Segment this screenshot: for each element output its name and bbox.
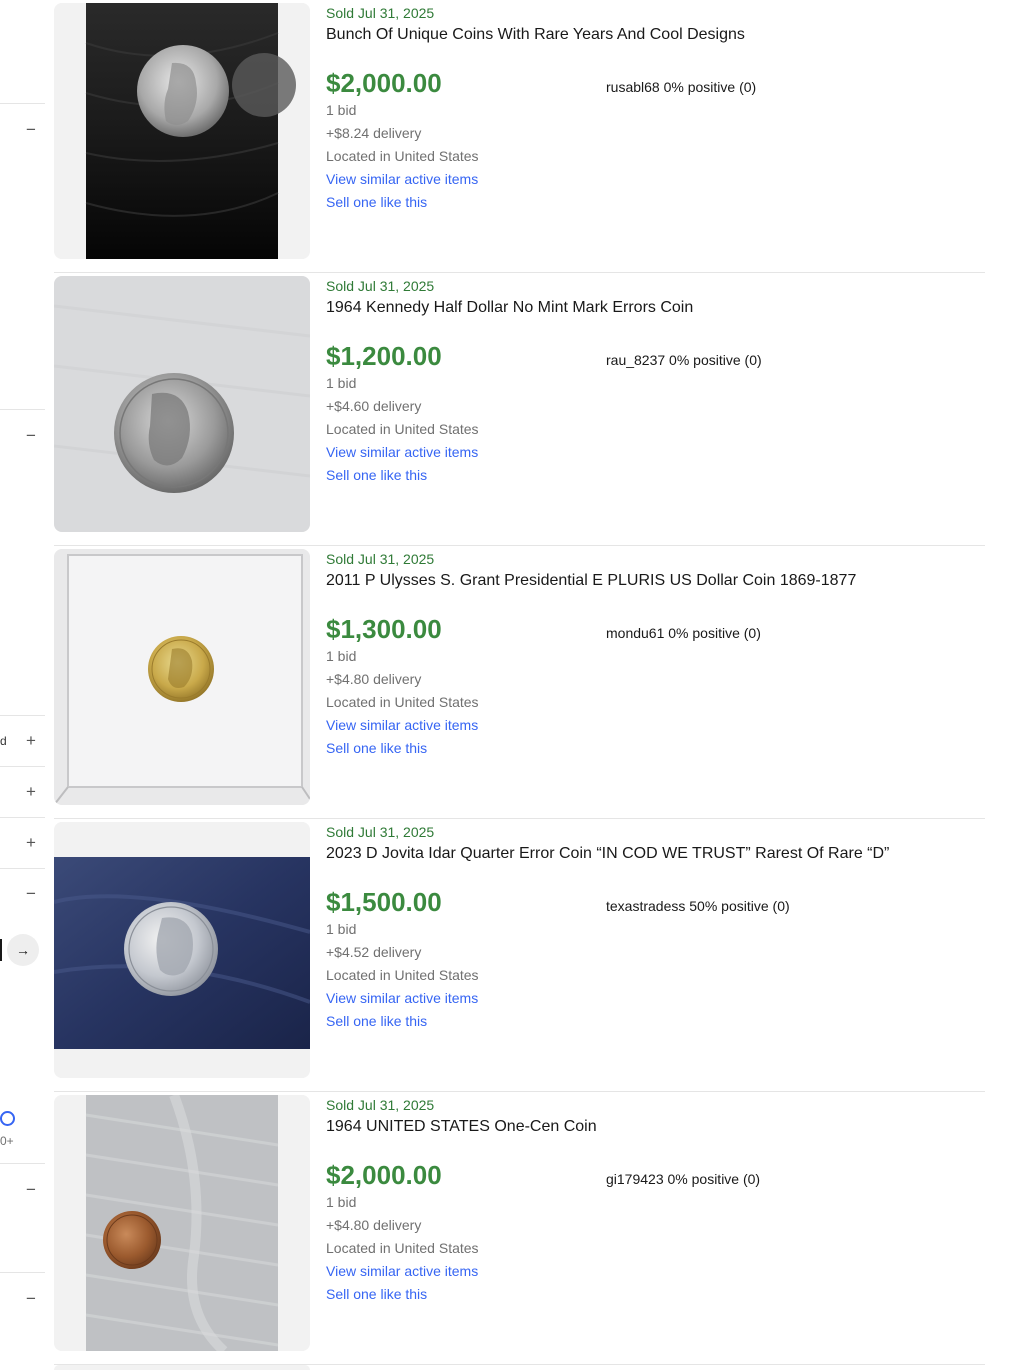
- sidebar-divider: [0, 817, 45, 818]
- coin-photo-quarter: [54, 3, 310, 259]
- listing-item: Sold Jul 31, 2025 1964 Kennedy Half Doll…: [54, 273, 985, 546]
- delivery-cost: +$8.24 delivery: [326, 125, 422, 141]
- listing-image[interactable]: [54, 822, 310, 1078]
- view-similar-link[interactable]: View similar active items: [326, 1263, 478, 1279]
- filter-sidebar: − − d + + + − → 0+ − −: [0, 0, 46, 1370]
- listing-image[interactable]: [54, 549, 310, 805]
- sold-date: Sold Jul 31, 2025: [326, 5, 435, 21]
- collapse-icon[interactable]: −: [22, 121, 40, 139]
- delivery-cost: +$4.60 delivery: [326, 398, 422, 414]
- sidebar-divider: [0, 715, 45, 716]
- radio-button[interactable]: [0, 1111, 15, 1126]
- delivery-cost: +$4.80 delivery: [326, 671, 422, 687]
- item-location: Located in United States: [326, 694, 479, 710]
- item-location: Located in United States: [326, 1240, 479, 1256]
- listing-title[interactable]: 2011 P Ulysses S. Grant Presidential E P…: [326, 572, 856, 590]
- sold-price: $2,000.00: [326, 1160, 442, 1190]
- listing-item: Sold Jul 31, 2025 Bunch Of Unique Coins …: [54, 0, 985, 273]
- listing-image[interactable]: [54, 276, 310, 532]
- collapse-icon[interactable]: −: [22, 1181, 40, 1199]
- sidebar-divider: [0, 1272, 45, 1273]
- listing-item: Sold Jul 31, 2025 1964 UNITED STATES One…: [54, 1092, 985, 1365]
- listing-image[interactable]: [54, 3, 310, 259]
- bid-count: 1 bid: [326, 1194, 357, 1210]
- seller-info: texastradess 50% positive (0): [606, 898, 790, 914]
- radio-caption: 0+: [0, 1134, 14, 1148]
- listing-image[interactable]: [54, 1365, 310, 1370]
- coin-photo-penny: [54, 1095, 310, 1351]
- sidebar-divider: [0, 766, 45, 767]
- sidebar-divider: [0, 1163, 45, 1164]
- bid-count: 1 bid: [326, 102, 357, 118]
- listing-item: Sold Jul 31, 2025 2011 P Ulysses S. Gran…: [54, 546, 985, 819]
- sell-one-like-this-link[interactable]: Sell one like this: [326, 1013, 427, 1029]
- listing-title[interactable]: 1964 Kennedy Half Dollar No Mint Mark Er…: [326, 299, 693, 317]
- view-similar-link[interactable]: View similar active items: [326, 717, 478, 733]
- listing-item: Sold Jul 31, 2025 2023 D Jovita Idar Qua…: [54, 819, 985, 1092]
- sold-date: Sold Jul 31, 2025: [326, 278, 435, 294]
- bid-count: 1 bid: [326, 375, 357, 391]
- sold-date: Sold Jul 31, 2025: [326, 824, 435, 840]
- listing-title[interactable]: 2023 D Jovita Idar Quarter Error Coin “I…: [326, 845, 889, 863]
- collapse-icon[interactable]: −: [22, 885, 40, 903]
- bid-count: 1 bid: [326, 921, 357, 937]
- seller-info: gi179423 0% positive (0): [606, 1171, 761, 1187]
- expand-icon[interactable]: +: [22, 834, 40, 852]
- coin-photo-dollar: [54, 549, 310, 805]
- sell-one-like-this-link[interactable]: Sell one like this: [326, 467, 427, 483]
- sold-price: $1,200.00: [326, 341, 442, 371]
- sold-price: $1,300.00: [326, 614, 442, 644]
- seller-info: rau_8237 0% positive (0): [606, 352, 762, 368]
- sidebar-filter-label-cut: d: [0, 734, 7, 748]
- sold-date: Sold Jul 31, 2025: [326, 551, 435, 567]
- item-location: Located in United States: [326, 421, 479, 437]
- expand-icon[interactable]: +: [22, 783, 40, 801]
- seller-info: mondu61 0% positive (0): [606, 625, 761, 641]
- delivery-cost: +$4.52 delivery: [326, 944, 422, 960]
- sold-date: Sold Jul 31, 2025: [326, 1097, 435, 1113]
- listing-image[interactable]: [54, 1095, 310, 1351]
- sidebar-divider: [0, 103, 45, 104]
- item-location: Located in United States: [326, 967, 479, 983]
- sell-one-like-this-link[interactable]: Sell one like this: [326, 1286, 427, 1302]
- submit-price-arrow-icon[interactable]: →: [7, 934, 39, 966]
- coin-photo-quarter-error: [54, 822, 310, 1078]
- expand-icon[interactable]: +: [22, 732, 40, 750]
- view-similar-link[interactable]: View similar active items: [326, 171, 478, 187]
- sold-price: $2,000.00: [326, 68, 442, 98]
- listing-title[interactable]: 1964 UNITED STATES One-Cen Coin: [326, 1118, 597, 1136]
- bid-count: 1 bid: [326, 648, 357, 664]
- seller-info: rusabl68 0% positive (0): [606, 79, 757, 95]
- delivery-cost: +$4.80 delivery: [326, 1217, 422, 1233]
- collapse-icon[interactable]: −: [22, 1290, 40, 1308]
- sell-one-like-this-link[interactable]: Sell one like this: [326, 740, 427, 756]
- listing-title[interactable]: Bunch Of Unique Coins With Rare Years An…: [326, 26, 745, 44]
- listing-item-partial: [54, 1365, 985, 1370]
- sell-one-like-this-link[interactable]: Sell one like this: [326, 194, 427, 210]
- price-input-edge[interactable]: [0, 939, 2, 961]
- sidebar-divider: [0, 868, 45, 869]
- view-similar-link[interactable]: View similar active items: [326, 990, 478, 1006]
- sold-price: $1,500.00: [326, 887, 442, 917]
- collapse-icon[interactable]: −: [22, 427, 40, 445]
- sidebar-divider: [0, 409, 45, 410]
- item-location: Located in United States: [326, 148, 479, 164]
- coin-photo-half-dollar: [54, 276, 310, 532]
- view-similar-link[interactable]: View similar active items: [326, 444, 478, 460]
